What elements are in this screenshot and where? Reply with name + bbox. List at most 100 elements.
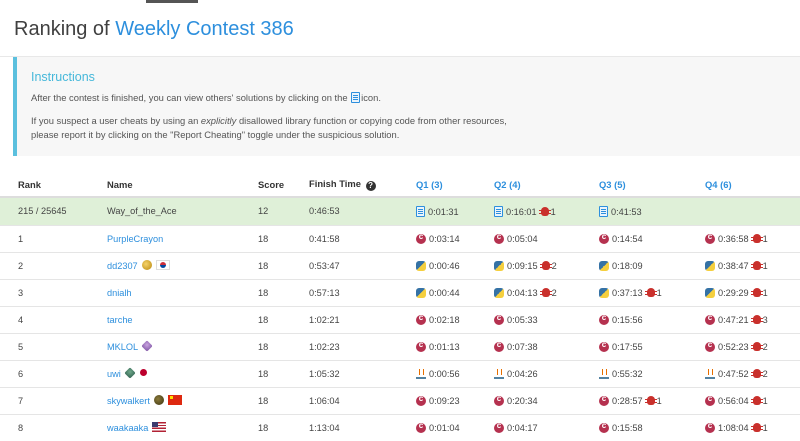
bug-icon: [644, 395, 657, 405]
q1-cell[interactable]: 0:00:46: [416, 251, 494, 279]
q3-time: 0:18:09: [612, 260, 643, 271]
python-icon[interactable]: [599, 287, 609, 298]
python-icon[interactable]: [705, 260, 715, 271]
q4-cell[interactable]: 1:08:04 1: [705, 413, 800, 441]
cpp-icon[interactable]: [494, 232, 504, 244]
q3-cell[interactable]: 0:37:13 1: [599, 278, 705, 306]
cpp-icon[interactable]: [705, 394, 715, 406]
solution-doc-icon[interactable]: [494, 205, 503, 217]
java-icon[interactable]: [494, 368, 504, 379]
q1-cell[interactable]: 0:01:04: [416, 413, 494, 441]
header-q1[interactable]: Q1 (3): [416, 172, 494, 198]
q2-cell[interactable]: 0:09:15 2: [494, 251, 599, 279]
cpp-icon[interactable]: [705, 232, 715, 244]
q1-cell[interactable]: 0:01:13: [416, 332, 494, 360]
q2-cell[interactable]: 0:05:04: [494, 224, 599, 252]
cpp-icon[interactable]: [416, 313, 426, 325]
cpp-icon[interactable]: [705, 421, 715, 433]
q1-cell[interactable]: 0:00:44: [416, 278, 494, 306]
q2-cell[interactable]: 0:07:38: [494, 332, 599, 360]
user-link[interactable]: skywalkert: [107, 396, 150, 406]
cpp-icon[interactable]: [599, 313, 609, 325]
q4-penalty-count: 1: [762, 233, 768, 244]
python-icon[interactable]: [494, 260, 504, 271]
cpp-icon[interactable]: [416, 340, 426, 352]
cpp-icon[interactable]: [705, 313, 715, 325]
q3-time: 0:28:57: [612, 395, 643, 406]
q2-cell[interactable]: 0:04:17: [494, 413, 599, 441]
user-link[interactable]: dd2307: [107, 261, 138, 271]
header-q4[interactable]: Q4 (6): [705, 172, 800, 198]
cpp-icon[interactable]: [599, 232, 609, 244]
q1-cell[interactable]: 0:09:23: [416, 386, 494, 414]
java-icon[interactable]: [416, 368, 426, 379]
user-link[interactable]: dnialh: [107, 288, 132, 298]
user-link[interactable]: tarche: [107, 315, 133, 325]
q2-cell[interactable]: 0:16:01 1: [494, 196, 599, 225]
q4-cell[interactable]: 0:56:04 1: [705, 386, 800, 414]
rank-cell: 3: [0, 278, 107, 306]
java-icon[interactable]: [599, 368, 609, 379]
q1-time: 0:09:23: [429, 395, 460, 406]
solution-doc-icon: [351, 92, 361, 103]
q1-cell[interactable]: 0:00:56: [416, 359, 494, 387]
q4-cell[interactable]: 0:36:58 1: [705, 224, 800, 252]
q3-cell[interactable]: 0:17:55: [599, 332, 705, 360]
python-icon[interactable]: [599, 260, 609, 271]
header-q2[interactable]: Q2 (4): [494, 172, 599, 198]
q4-cell[interactable]: 0:29:29 1: [705, 278, 800, 306]
q3-cell[interactable]: 0:15:58: [599, 413, 705, 441]
q1-cell[interactable]: 0:03:14: [416, 224, 494, 252]
q3-cell[interactable]: 0:18:09: [599, 251, 705, 279]
python-icon[interactable]: [416, 287, 426, 298]
q3-cell[interactable]: 0:28:57 1: [599, 386, 705, 414]
score-cell: 18: [258, 251, 309, 279]
q4-time: 0:38:47: [718, 260, 749, 271]
q4-time: 0:52:23: [718, 341, 749, 352]
q2-cell[interactable]: 0:05:33: [494, 305, 599, 333]
q3-cell[interactable]: 0:41:53: [599, 196, 705, 225]
q4-cell[interactable]: 0:38:47 1: [705, 251, 800, 279]
q1-cell[interactable]: 0:01:31: [416, 196, 494, 225]
solution-doc-icon[interactable]: [416, 205, 425, 217]
python-icon[interactable]: [705, 287, 715, 298]
solution-doc-icon[interactable]: [599, 205, 608, 217]
python-icon[interactable]: [494, 287, 504, 298]
q4-cell[interactable]: 0:52:23 2: [705, 332, 800, 360]
cpp-icon[interactable]: [599, 394, 609, 406]
instructions-line-1-tail: icon.: [361, 92, 381, 103]
cpp-icon[interactable]: [416, 232, 426, 244]
user-link[interactable]: PurpleCrayon: [107, 234, 163, 244]
cpp-icon[interactable]: [416, 394, 426, 406]
user-link[interactable]: MKLOL: [107, 342, 138, 352]
cpp-icon[interactable]: [599, 340, 609, 352]
finish-time-cell: 0:53:47: [309, 251, 416, 279]
q3-cell[interactable]: 0:15:56: [599, 305, 705, 333]
contest-link[interactable]: Weekly Contest 386: [115, 18, 294, 40]
cpp-icon[interactable]: [416, 421, 426, 433]
header-q3[interactable]: Q3 (5): [599, 172, 705, 198]
q2-time: 0:07:38: [507, 341, 538, 352]
java-icon[interactable]: [705, 368, 715, 379]
cpp-icon[interactable]: [494, 421, 504, 433]
rank-cell: 1: [0, 224, 107, 252]
q2-cell[interactable]: 0:20:34: [494, 386, 599, 414]
cpp-icon[interactable]: [494, 394, 504, 406]
user-link[interactable]: uwi: [107, 369, 121, 379]
question-circle-icon[interactable]: ?: [365, 180, 376, 191]
user-link[interactable]: waakaaka: [107, 423, 148, 433]
q3-cell[interactable]: 0:55:32: [599, 359, 705, 387]
q2-cell[interactable]: 0:04:26: [494, 359, 599, 387]
name-cell: dnialh: [107, 278, 258, 306]
q1-cell[interactable]: 0:02:18: [416, 305, 494, 333]
q2-cell[interactable]: 0:04:13 2: [494, 278, 599, 306]
q4-cell[interactable]: 0:47:52 2: [705, 359, 800, 387]
cpp-icon[interactable]: [705, 340, 715, 352]
q3-cell[interactable]: 0:14:54: [599, 224, 705, 252]
python-icon[interactable]: [416, 260, 426, 271]
cpp-icon[interactable]: [494, 340, 504, 352]
cpp-icon[interactable]: [599, 421, 609, 433]
q1-time: 0:00:44: [429, 287, 460, 298]
q4-cell[interactable]: 0:47:21 3: [705, 305, 800, 333]
cpp-icon[interactable]: [494, 313, 504, 325]
